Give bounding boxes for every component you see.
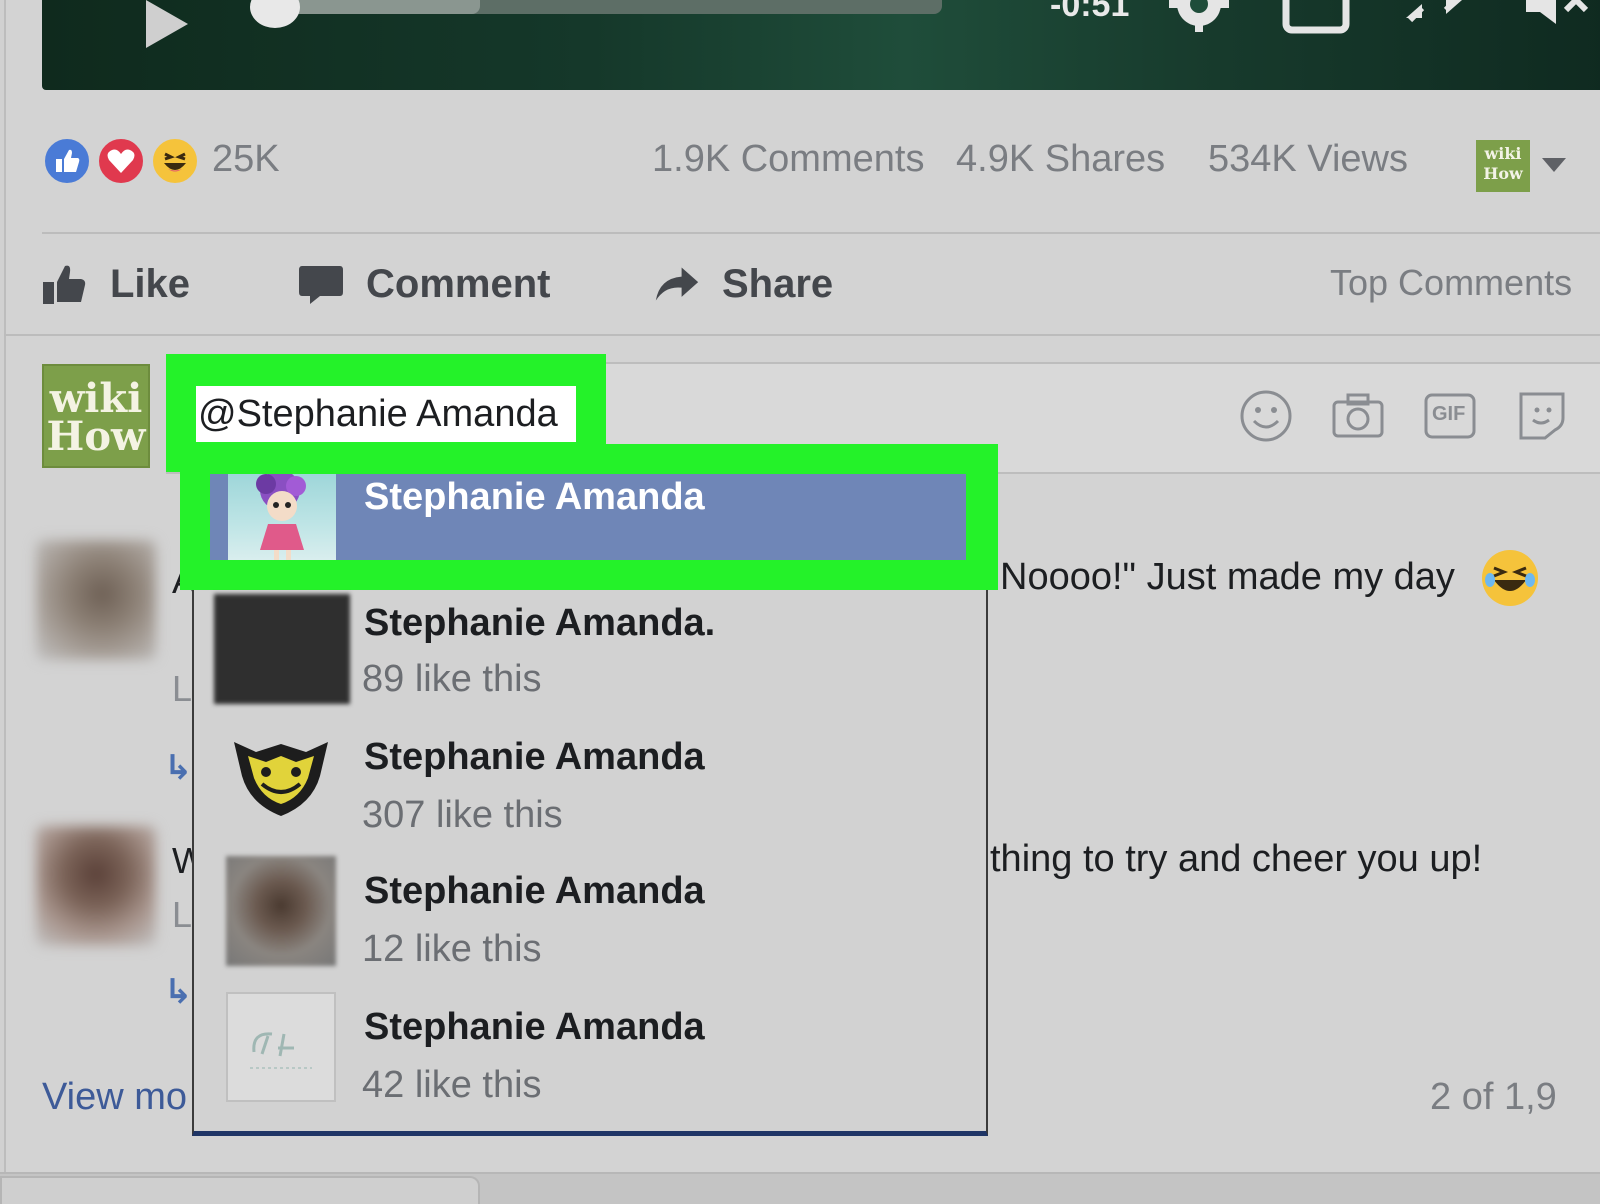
gif-label: GIF [1432,403,1466,425]
video-player[interactable]: -0:51 [42,0,1600,90]
share-arrow-icon [654,261,700,307]
comment-like-fragment: L [172,668,193,709]
suggestion-name[interactable]: Stephanie Amanda [364,1006,705,1049]
divider [4,334,1600,336]
suggestion-avatar [214,594,350,704]
comments-pager: 2 of 1,9 [1430,1076,1557,1118]
suggestion-name[interactable]: Stephanie Amanda. [364,602,715,645]
mute-icon[interactable] [1520,0,1600,43]
window-icon[interactable] [1282,0,1352,43]
suggestion-like-count: 12 like this [362,928,542,970]
suggestion-avatar [228,474,336,560]
reactions-summary[interactable] [42,136,202,186]
like-label: Like [110,261,191,306]
gif-icon[interactable]: GIF [1422,390,1478,442]
views-count: 534K Views [1208,138,1408,180]
commenter-avatar[interactable] [36,826,156,946]
suggestion-name[interactable]: Stephanie Amanda [364,736,705,779]
thumbs-up-icon [42,261,88,307]
bottom-tab[interactable] [0,1176,480,1204]
divider [42,232,1600,234]
logo-text-wiki: wiki [1484,144,1522,163]
comment-button[interactable]: Comment [298,258,550,310]
speech-bubble-icon [298,261,344,307]
suggestion-avatar [226,722,336,832]
camera-icon[interactable] [1330,390,1386,442]
share-label: Share [722,261,834,306]
comment-like-fragment: L [172,894,193,935]
suggestion-avatar [226,992,336,1102]
love-reaction-icon [96,136,146,186]
play-icon[interactable] [146,0,188,48]
share-button[interactable]: Share [654,258,833,310]
like-button[interactable]: Like [42,258,190,310]
haha-reaction-icon [150,136,200,186]
comment-text: thing to try and cheer you up! [990,838,1483,880]
view-more-comments-link[interactable]: View mo [42,1076,197,1119]
comments-count-link[interactable]: 1.9K Comments [652,138,924,181]
sticker-icon[interactable] [1514,390,1570,442]
suggestion-name: Stephanie Amanda [364,476,705,518]
reply-arrow-icon[interactable]: ↳ [164,972,193,1012]
fullscreen-icon[interactable] [1402,0,1472,43]
video-time-remaining: -0:51 [1050,0,1130,24]
video-progress-knob[interactable] [250,0,300,28]
logo-text-how: How [46,413,146,460]
comment-text: Noooo!" Just made my day [1000,556,1455,598]
comment-label: Comment [366,261,551,306]
commenter-avatar[interactable] [36,540,156,660]
laughing-emoji-icon [1482,550,1538,606]
suggestion-like-count: 89 like this [362,658,542,700]
suggestion-like-count: 42 like this [362,1064,542,1106]
settings-gear-icon[interactable] [1164,0,1234,41]
shares-count-link[interactable]: 4.9K Shares [956,138,1165,181]
like-reaction-icon [42,136,92,186]
comment-input[interactable]: @Stephanie Amanda [196,386,576,442]
commenter-avatar: wiki How [42,364,150,468]
suggestion-like-count: 307 like this [362,794,563,836]
suggestion-name[interactable]: Stephanie Amanda [364,870,705,913]
page-identity-avatar[interactable]: wiki How [1476,140,1530,192]
logo-text-how: How [1483,164,1523,183]
smiley-icon[interactable] [1238,390,1294,442]
comment-sort-dropdown[interactable]: Top Comments [1330,262,1572,304]
suggestion-avatar [226,856,336,966]
facebook-page: -0:51 25K 1.9K Comments 4.9K Shares 534K… [0,0,1600,1204]
reply-arrow-icon[interactable]: ↳ [164,748,193,788]
chevron-down-icon[interactable] [1542,158,1566,172]
reactions-count[interactable]: 25K [212,138,280,181]
